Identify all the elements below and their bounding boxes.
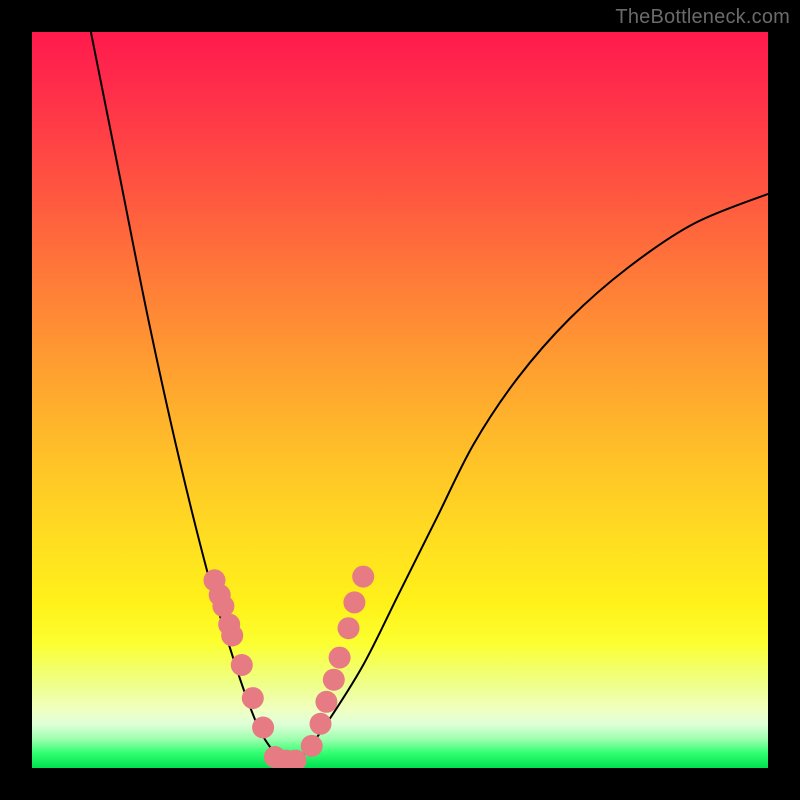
highlight-dot [310,713,332,735]
highlight-dot [301,735,323,757]
outer-frame: TheBottleneck.com [0,0,800,800]
highlight-dot [221,625,243,647]
highlight-dot [329,647,351,669]
chart-svg [32,32,768,768]
bottleneck-curve [91,32,768,768]
highlight-dot [323,669,345,691]
highlight-dot [315,691,337,713]
highlight-dot [231,654,253,676]
highlight-dot [352,566,374,588]
plot-area [32,32,768,768]
highlight-dot [242,687,264,709]
highlight-dots [204,566,375,768]
highlight-dot [343,591,365,613]
highlight-dot [252,717,274,739]
watermark-text: TheBottleneck.com [615,6,790,29]
highlight-dot [338,617,360,639]
